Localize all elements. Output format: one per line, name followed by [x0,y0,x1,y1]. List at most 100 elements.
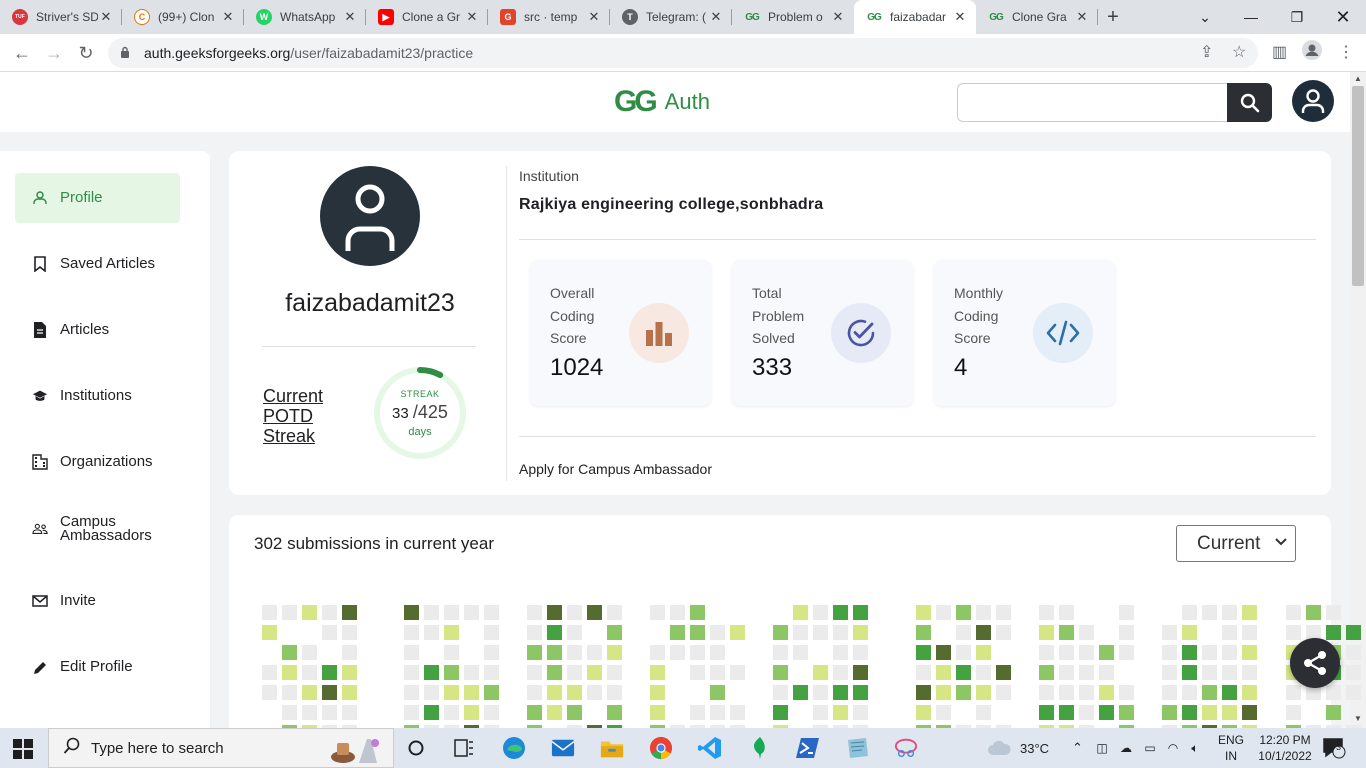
heatmap-cell[interactable] [567,685,582,700]
heatmap-cell[interactable] [813,605,828,620]
heatmap-cell[interactable] [342,605,357,620]
heatmap-cell[interactable] [1326,605,1341,620]
heatmap-cell[interactable] [587,685,602,700]
heatmap-cell[interactable] [282,685,297,700]
heatmap-cell[interactable] [1182,605,1197,620]
heatmap-cell[interactable] [1222,625,1237,640]
heatmap-cell[interactable] [484,705,499,720]
heatmap-cell[interactable] [690,625,705,640]
heatmap-cell[interactable] [1079,665,1094,680]
heatmap-cell[interactable] [833,665,848,680]
heatmap-cell[interactable] [262,685,277,700]
heatmap-cell[interactable] [916,625,931,640]
heatmap-cell[interactable] [773,665,788,680]
heatmap-cell[interactable] [1346,685,1361,700]
sidebar-item-profile[interactable]: Profile [15,173,180,223]
gfg-logo[interactable]: GG Auth [614,85,710,119]
vscode-icon[interactable] [698,736,722,760]
heatmap-cell[interactable] [527,665,542,680]
heatmap-cell[interactable] [484,685,499,700]
heatmap-cell[interactable] [1286,605,1301,620]
heatmap-cell[interactable] [996,625,1011,640]
heatmap-cell[interactable] [956,645,971,660]
heatmap-cell[interactable] [1222,665,1237,680]
heatmap-cell[interactable] [730,625,745,640]
heatmap-cell[interactable] [773,625,788,640]
heatmap-cell[interactable] [464,665,479,680]
heatmap-cell[interactable] [1119,645,1134,660]
heatmap-cell[interactable] [976,605,991,620]
heatmap-cell[interactable] [650,705,665,720]
heatmap-cell[interactable] [302,665,317,680]
heatmap-cell[interactable] [1242,665,1257,680]
heatmap-cell[interactable] [1119,605,1134,620]
heatmap-cell[interactable] [1079,705,1094,720]
heatmap-cell[interactable] [833,645,848,660]
heatmap-cell[interactable] [936,665,951,680]
year-select[interactable]: Current [1176,525,1296,562]
tab-close-icon[interactable]: ✕ [586,9,602,25]
heatmap-cell[interactable] [607,685,622,700]
volume-icon[interactable]: 🔈︎ [1184,741,1206,756]
heatmap-cell[interactable] [833,625,848,640]
mongodb-icon[interactable] [748,736,772,760]
heatmap-cell[interactable] [527,645,542,660]
heatmap-cell[interactable] [1202,645,1217,660]
heatmap-cell[interactable] [1059,685,1074,700]
heatmap-cell[interactable] [1242,645,1257,660]
language-indicator[interactable]: ENG IN [1218,728,1244,768]
heatmap-cell[interactable] [444,685,459,700]
heatmap-cell[interactable] [282,665,297,680]
heatmap-cell[interactable] [464,705,479,720]
heatmap-cell[interactable] [710,705,725,720]
heatmap-cell[interactable] [996,605,1011,620]
sidebar-item-institutions[interactable]: Institutions [15,371,180,421]
heatmap-cell[interactable] [547,605,562,620]
heatmap-cell[interactable] [833,605,848,620]
heatmap-cell[interactable] [1222,645,1237,660]
heatmap-cell[interactable] [567,665,582,680]
heatmap-cell[interactable] [404,685,419,700]
heatmap-cell[interactable] [916,685,931,700]
reload-icon[interactable]: ↻ [74,41,98,65]
side-panel-icon[interactable]: ▥ [1272,42,1287,62]
heatmap-cell[interactable] [527,685,542,700]
heatmap-cell[interactable] [484,625,499,640]
heatmap-cell[interactable] [404,645,419,660]
url-field[interactable]: auth.geeksforgeeks.org/user/faizabadamit… [108,38,1258,68]
minimize-button[interactable]: — [1228,0,1274,34]
heatmap-cell[interactable] [956,685,971,700]
notification-center-button[interactable]: 3 [1322,728,1346,768]
heatmap-cell[interactable] [936,685,951,700]
heatmap-cell[interactable] [1222,705,1237,720]
heatmap-cell[interactable] [730,705,745,720]
heatmap-cell[interactable] [976,645,991,660]
chevron-up-icon[interactable]: ⌃ [1072,740,1090,756]
weather-widget[interactable]: 33°C [986,728,1049,768]
heatmap-cell[interactable] [813,705,828,720]
heatmap-cell[interactable] [650,645,665,660]
heatmap-cell[interactable] [464,605,479,620]
heatmap-cell[interactable] [342,685,357,700]
heatmap-cell[interactable] [1079,645,1094,660]
heatmap-cell[interactable] [1059,605,1074,620]
maximize-button[interactable]: ❐ [1274,0,1320,34]
heatmap-cell[interactable] [1326,705,1341,720]
heatmap-cell[interactable] [607,645,622,660]
heatmap-cell[interactable] [1162,685,1177,700]
heatmap-cell[interactable] [710,685,725,700]
heatmap-cell[interactable] [567,705,582,720]
browser-tab[interactable]: ▶ Clone a Gr ✕ [366,0,488,34]
heatmap-cell[interactable] [670,645,685,660]
heatmap-cell[interactable] [956,665,971,680]
meet-now-icon[interactable]: ◫ [1090,741,1114,755]
heatmap-cell[interactable] [547,705,562,720]
clock[interactable]: 12:20 PM 10/1/2022 [1256,728,1314,768]
heatmap-cell[interactable] [936,645,951,660]
onedrive-icon[interactable]: ☁ [1114,741,1138,755]
scrollbar-thumb[interactable] [1352,86,1364,286]
heatmap-cell[interactable] [976,705,991,720]
heatmap-cell[interactable] [1346,625,1361,640]
sidebar-item-organizations[interactable]: Organizations [15,437,180,487]
heatmap-cell[interactable] [527,705,542,720]
